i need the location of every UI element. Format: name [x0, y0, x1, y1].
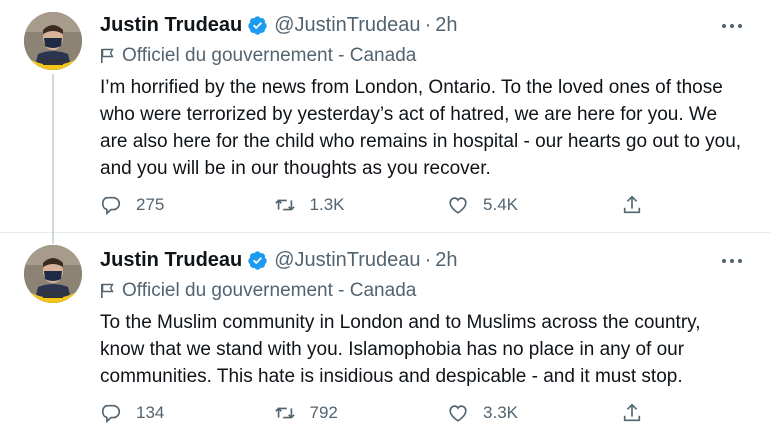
- avatar[interactable]: [24, 245, 82, 303]
- separator-dot: ·: [424, 13, 432, 36]
- gov-flag-icon: [101, 48, 114, 63]
- tweet-timestamp[interactable]: 2h: [435, 14, 457, 37]
- like-button[interactable]: 3.3K: [447, 400, 621, 426]
- author-name[interactable]: Justin Trudeau: [100, 249, 242, 272]
- verified-badge-icon: [247, 250, 268, 271]
- like-icon: [449, 405, 467, 422]
- gov-label: Officiel du gouvernement - Canada: [100, 42, 746, 70]
- author-handle[interactable]: @JustinTrudeau: [274, 14, 420, 37]
- more-icon[interactable]: [718, 16, 746, 36]
- tweet-text: I’m horrified by the news from London, O…: [100, 77, 742, 179]
- tweet-header: Justin Trudeau @JustinTrudeau · 2h: [100, 10, 746, 40]
- reply-button[interactable]: 134: [100, 400, 274, 426]
- retweet-icon: [274, 407, 295, 419]
- gov-label: Officiel du gouvernement - Canada: [100, 277, 746, 305]
- gov-label-text: Officiel du gouvernement - Canada: [122, 280, 417, 301]
- share-button[interactable]: [621, 192, 660, 218]
- share-icon: [623, 195, 640, 214]
- tweet-body: Justin Trudeau @JustinTrudeau · 2h Offic…: [100, 10, 746, 182]
- like-icon: [449, 197, 467, 214]
- reply-count: 134: [136, 403, 165, 422]
- retweet-button[interactable]: 792: [274, 400, 448, 426]
- tweet-body: Justin Trudeau @JustinTrudeau · 2h Offic…: [100, 245, 746, 390]
- retweet-count: 1.3K: [309, 195, 345, 214]
- reply-count: 275: [136, 195, 165, 214]
- author-handle[interactable]: @JustinTrudeau: [274, 249, 420, 272]
- thread-line: [52, 74, 54, 244]
- avatar-column: [24, 12, 82, 244]
- tweet-timestamp[interactable]: 2h: [435, 249, 457, 272]
- retweet-count: 792: [309, 403, 338, 422]
- separator-dot: ·: [424, 248, 432, 271]
- tweet-text: To the Muslim community in London and to…: [100, 312, 701, 387]
- like-count: 5.4K: [483, 195, 519, 214]
- tweet-actions: 275 1.3K 5.4K: [100, 192, 660, 218]
- reply-icon: [101, 404, 121, 424]
- like-button[interactable]: 5.4K: [447, 192, 621, 218]
- avatar[interactable]: [24, 12, 82, 70]
- gov-flag-icon: [101, 283, 114, 298]
- tweet[interactable]: Justin Trudeau @JustinTrudeau · 2h Offic…: [0, 233, 770, 434]
- author-name[interactable]: Justin Trudeau: [100, 14, 242, 37]
- more-icon[interactable]: [718, 251, 746, 271]
- tweet-actions: 134 792 3.3K: [100, 400, 660, 426]
- retweet-icon: [274, 199, 295, 211]
- tweet-header: Justin Trudeau @JustinTrudeau · 2h: [100, 245, 746, 275]
- like-count: 3.3K: [483, 403, 519, 422]
- share-icon: [623, 403, 640, 422]
- retweet-button[interactable]: 1.3K: [274, 192, 448, 218]
- reply-icon: [101, 196, 121, 216]
- share-button[interactable]: [621, 400, 660, 426]
- reply-button[interactable]: 275: [100, 192, 274, 218]
- avatar-column: [24, 245, 82, 303]
- gov-label-text: Officiel du gouvernement - Canada: [122, 45, 417, 66]
- tweet[interactable]: Justin Trudeau @JustinTrudeau · 2h Offic…: [0, 0, 770, 244]
- verified-badge-icon: [247, 15, 268, 36]
